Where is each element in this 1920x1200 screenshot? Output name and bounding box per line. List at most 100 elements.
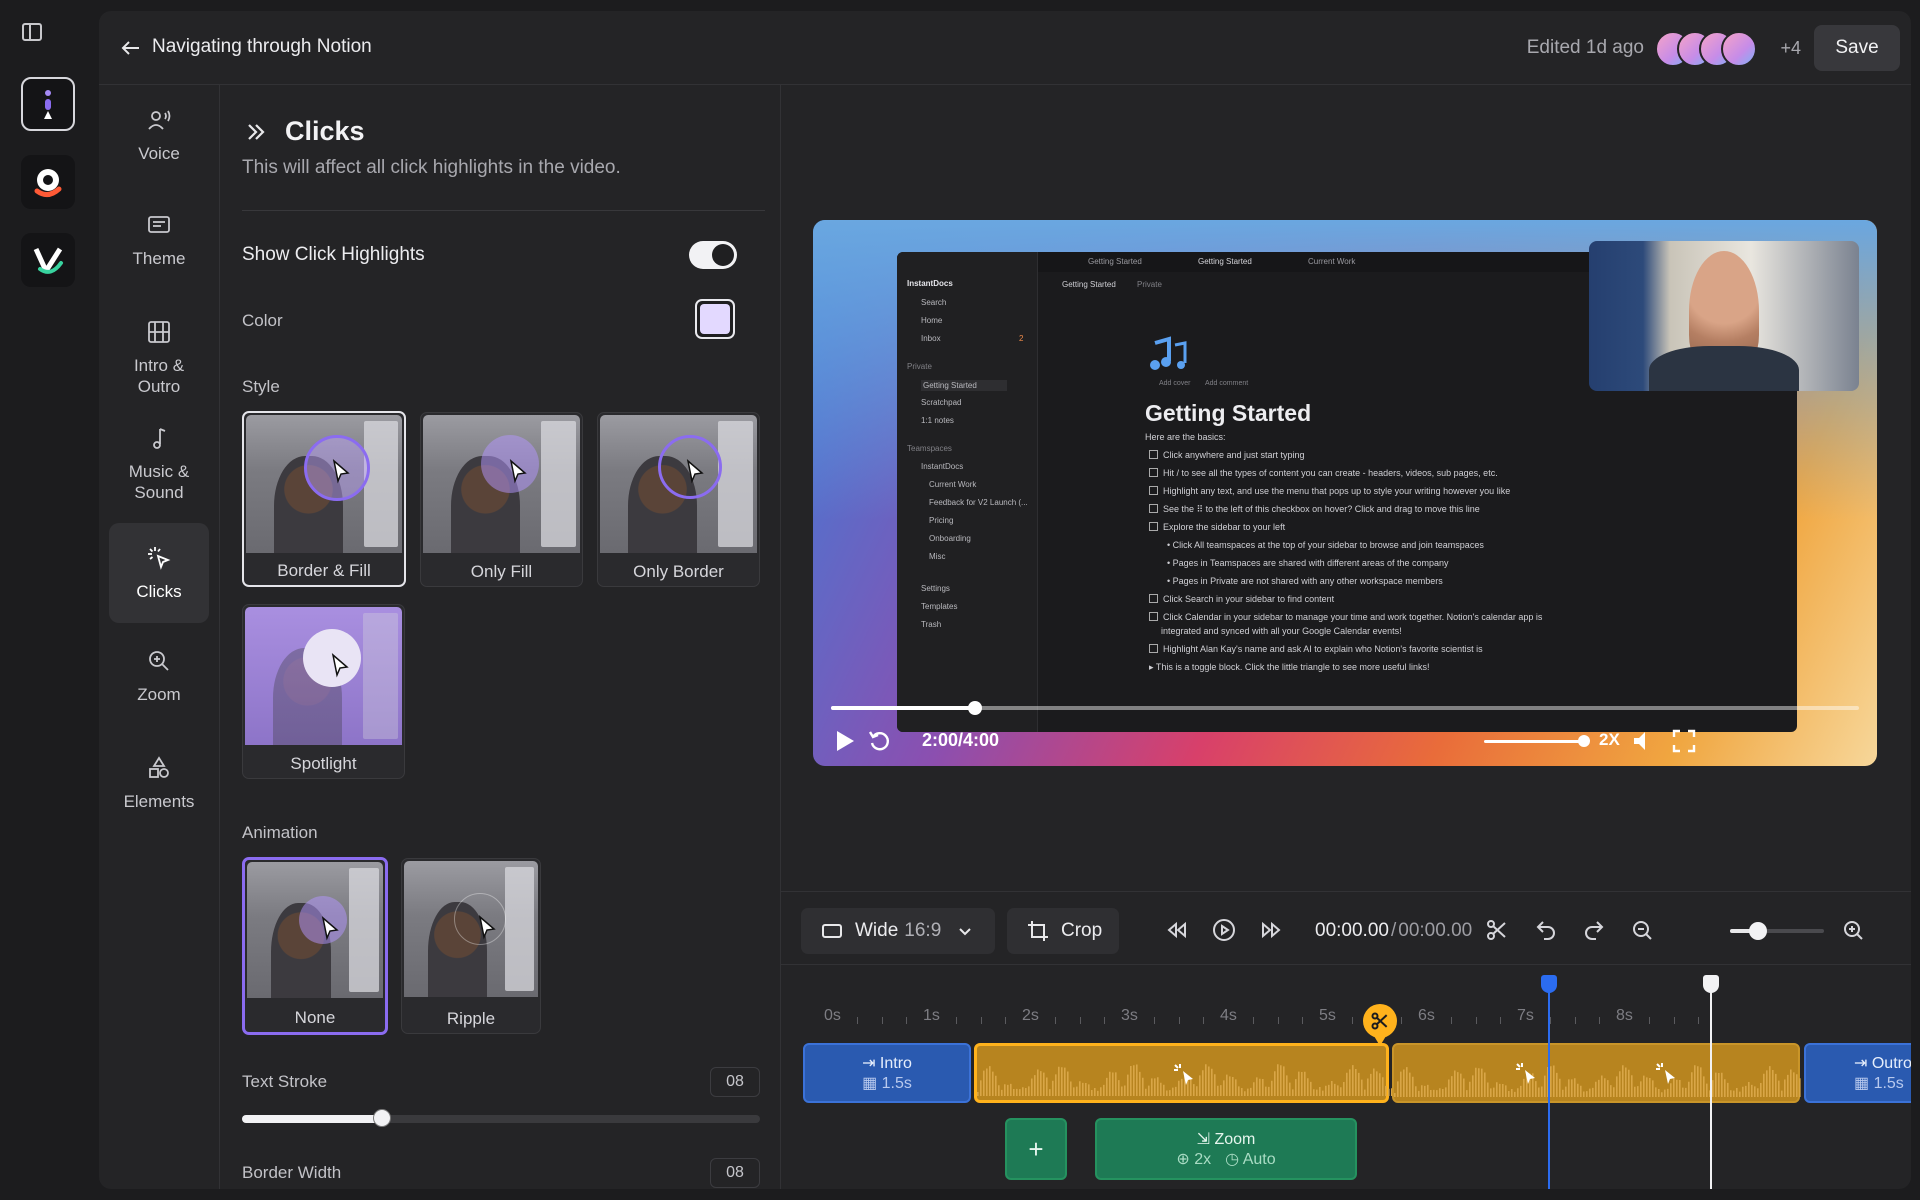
save-button[interactable]: Save	[1814, 25, 1900, 71]
double-chevron-icon[interactable]	[244, 120, 268, 144]
animation-card-ripple[interactable]: Ripple	[401, 858, 541, 1034]
notion-doc-line: Click Search in your sidebar to find con…	[1163, 594, 1335, 604]
timeline-zoom-slider[interactable]	[1730, 922, 1824, 940]
timeline-tick	[856, 1017, 858, 1024]
style-card-border-fill[interactable]: Border & Fill	[242, 411, 406, 587]
nav-voice[interactable]: Voice	[109, 107, 209, 164]
nav-music-sound[interactable]: Music & Sound	[109, 425, 209, 503]
checkbox-icon	[1149, 612, 1158, 621]
blue-playhead[interactable]	[1541, 975, 1557, 1189]
split-marker[interactable]	[1363, 1004, 1397, 1046]
video-clip-selected[interactable]	[974, 1043, 1392, 1103]
nav-intro-outro[interactable]: Intro & Outro	[109, 319, 209, 397]
collaborators-extra-count[interactable]: +4	[1780, 38, 1801, 59]
rewind-icon[interactable]	[1165, 918, 1189, 942]
white-playhead[interactable]	[1703, 975, 1719, 1189]
nav-clicks[interactable]: Clicks	[109, 523, 209, 623]
style-caption: Only Fill	[470, 562, 533, 581]
outro-clip[interactable]: ⇥ Outro ▦ 1.5s	[1804, 1043, 1911, 1103]
notion-page-meta: Add cover	[1159, 380, 1191, 387]
volume-slider[interactable]	[1484, 740, 1584, 743]
notion-tab: Getting Started	[1198, 257, 1252, 266]
player-controls: 2:00/4:00 2X	[831, 686, 1859, 766]
cursor-icon	[332, 459, 350, 484]
animation-card-none[interactable]: None	[242, 857, 388, 1035]
intro-clip[interactable]: ⇥ Intro ▦ 1.5s	[803, 1043, 971, 1103]
timeline[interactable]: 0s 1s 2s 3s 4s 5s 6s 7s 8s ⇥ Intro ▦ 1.5s ⇥ Outr…	[780, 964, 1911, 1189]
timeline-tick	[1698, 1017, 1700, 1024]
notion-sidebar-item: Templates	[921, 602, 958, 611]
style-card-spotlight[interactable]: Spotlight	[242, 604, 405, 779]
timeline-tick	[980, 1017, 982, 1024]
video-clip[interactable]	[1392, 1043, 1801, 1103]
show-highlights-toggle[interactable]	[689, 241, 737, 269]
nav-theme[interactable]: Theme	[109, 212, 209, 269]
volume-slider-knob[interactable]	[1578, 735, 1590, 747]
notion-doc-line: integrated and synced with all your Goog…	[1161, 626, 1402, 636]
undo-icon[interactable]	[1534, 918, 1558, 942]
text-stroke-slider-knob[interactable]	[372, 1109, 391, 1127]
shapes-icon	[149, 756, 169, 778]
zoom-clip[interactable]: ⇲ Zoom ⊕ 2x ◷ Auto	[1095, 1118, 1357, 1180]
timeline-tick	[906, 1017, 908, 1024]
notion-sidebar-item: Scratchpad	[921, 398, 962, 407]
zoom-in-icon[interactable]	[1841, 918, 1865, 942]
style-card-only-border[interactable]: Only Border	[597, 412, 760, 587]
back-arrow-icon[interactable]	[120, 37, 142, 59]
sidebar-toggle-icon[interactable]	[20, 20, 44, 44]
nav-zoom[interactable]: Zoom	[109, 648, 209, 705]
timeline-zoom-knob[interactable]	[1749, 922, 1768, 940]
notion-sidebar-item: Current Work	[929, 480, 977, 489]
notion-doc-line: Pages in Teamspaces are shared with diff…	[1172, 558, 1449, 568]
fast-forward-icon[interactable]	[1259, 918, 1283, 942]
nav-theme-label: Theme	[132, 249, 186, 268]
checkbox-icon	[1149, 504, 1158, 513]
style-card-only-fill[interactable]: Only Fill	[420, 412, 583, 587]
color-swatch[interactable]	[695, 299, 735, 339]
timeline-tick-label: 3s	[1121, 1007, 1138, 1024]
nav-elements[interactable]: Elements	[109, 755, 209, 812]
app-switcher-green[interactable]	[21, 233, 75, 287]
blue-playhead-handle[interactable]	[1541, 975, 1557, 993]
white-playhead-handle[interactable]	[1703, 975, 1719, 993]
zoom-clip-mode: Auto	[1242, 1151, 1276, 1168]
aspect-label: Wide	[855, 920, 899, 941]
text-stroke-slider[interactable]	[242, 1109, 760, 1127]
timeline-tick	[1450, 1017, 1452, 1024]
video-progress-knob[interactable]	[967, 701, 982, 715]
app-switcher-instantdocs[interactable]	[21, 77, 75, 131]
nav-clicks-label: Clicks	[136, 581, 182, 601]
volume-icon[interactable]	[1631, 728, 1657, 754]
thumbnail-ui-strip	[718, 421, 753, 547]
chevron-down-icon	[959, 928, 971, 936]
video-preview[interactable]: InstantDocs Search Home Inbox 2 Private …	[813, 220, 1877, 766]
film-icon	[148, 321, 170, 343]
replay-icon[interactable]	[867, 728, 893, 754]
app-switcher-orange[interactable]	[21, 155, 75, 209]
text-stroke-value[interactable]: 08	[710, 1067, 760, 1097]
aspect-ratio-dropdown[interactable]: Wide 16:9	[801, 908, 995, 954]
crop-button[interactable]: Crop	[1007, 908, 1119, 954]
playback-speed[interactable]: 2X	[1599, 730, 1620, 750]
checkbox-icon	[1149, 468, 1158, 477]
scissors-icon[interactable]	[1485, 918, 1509, 942]
panel-title: Clicks	[285, 116, 365, 146]
notion-doc-line: Click anywhere and just start typing	[1163, 450, 1305, 460]
nav-zoom-label: Zoom	[137, 685, 181, 704]
thumbnail-ui-strip	[504, 867, 534, 991]
add-zoom-button[interactable]: +	[1005, 1118, 1067, 1180]
play-circle-icon[interactable]	[1212, 918, 1236, 942]
webcam-overlay[interactable]	[1589, 241, 1859, 391]
audio-waveform	[1394, 1065, 1801, 1097]
collaborator-avatars[interactable]	[1655, 31, 1757, 67]
redo-icon[interactable]	[1582, 918, 1606, 942]
zoom-out-icon[interactable]	[1630, 918, 1654, 942]
fullscreen-icon[interactable]	[1671, 728, 1697, 754]
click-marker-icon	[1654, 1061, 1680, 1087]
notion-section-header: Teamspaces	[907, 444, 952, 453]
editor-window: Navigating through Notion Edited 1d ago …	[99, 11, 1911, 1189]
project-title[interactable]: Navigating through Notion	[152, 36, 372, 58]
play-icon[interactable]	[831, 728, 857, 754]
video-progress[interactable]	[831, 701, 1859, 715]
border-width-value[interactable]: 08	[710, 1158, 760, 1188]
